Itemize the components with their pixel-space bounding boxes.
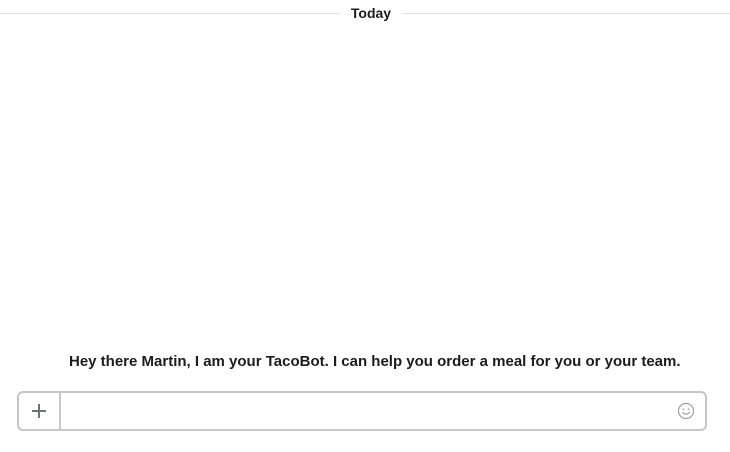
message-composer [17, 391, 707, 431]
day-divider: Today [0, 0, 730, 26]
message-input[interactable] [63, 393, 673, 429]
day-divider-label: Today [350, 5, 392, 21]
divider-line-left [0, 13, 340, 14]
attach-button[interactable] [19, 393, 61, 429]
divider-line-right [402, 13, 730, 14]
bot-message-text: Hey there Martin, I am your TacoBot. I c… [69, 353, 681, 370]
smiley-icon [677, 402, 695, 420]
emoji-button[interactable] [677, 402, 695, 420]
plus-icon [32, 404, 46, 418]
